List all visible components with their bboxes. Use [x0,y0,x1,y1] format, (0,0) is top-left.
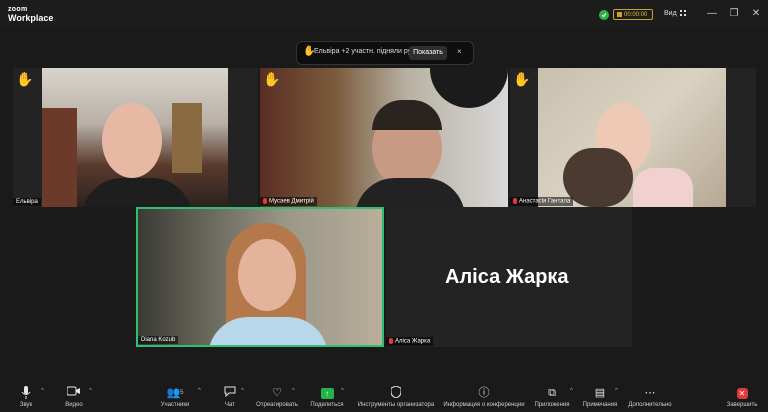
react-options-chevron-icon[interactable]: ^ [292,388,295,394]
hair [372,100,442,130]
participant-name: Аліса Жарка [395,339,431,345]
end-label: Завершить [726,402,758,408]
torso [633,168,693,207]
participant-name-tag: Анастасія Гантала [510,197,574,206]
raised-hand-icon: ✋ [16,71,34,87]
react-label: Отреагировать [256,402,298,408]
audio-options-chevron-icon[interactable]: ^ [41,388,44,394]
participants-button[interactable]: 👥5 Участники [156,386,194,408]
security-shield-icon[interactable] [599,10,609,20]
notes-label: Примечания [582,402,618,408]
close-window-button[interactable]: ✕ [750,8,762,20]
audio-button[interactable]: Звук [14,386,38,408]
torso [82,178,192,207]
chat-icon [220,386,240,400]
apps-label: Приложения [534,402,570,408]
info-icon: ⓘ [478,387,490,399]
minimize-button[interactable]: — [706,8,718,20]
notification-close-icon[interactable]: × [457,47,462,56]
participants-options-chevron-icon[interactable]: ^ [198,388,201,394]
participants-count: 5 [180,390,184,396]
zoom-logo: zoom Workplace [8,5,53,23]
more-icon: ⋯ [644,387,656,399]
participants-icon: 👥5 [166,387,184,399]
title-bar: zoom Workplace 00:00:00 Вид — ❐ ✕ [0,0,768,30]
video-tile-elvira[interactable]: ✋ Ельвіра [13,68,258,207]
video-camera-icon [60,386,88,400]
video-tile-diana[interactable]: Diana Kozub [136,207,384,347]
shield-icon [355,385,437,400]
share-options-chevron-icon[interactable]: ^ [341,388,344,394]
share-label: Поделиться [310,402,344,408]
audio-label: Звук [19,402,33,408]
face [102,103,162,178]
grid-icon [679,10,686,17]
view-label: Вид [664,10,677,17]
video-button[interactable]: Видео [60,386,88,408]
show-button[interactable]: Показать [409,46,447,60]
video-tile-musaev[interactable]: ✋ Мусаев Дмитрій [260,68,508,207]
video-feed [42,68,228,207]
cabinet [42,108,77,207]
meeting-timer[interactable]: 00:00:00 [613,9,653,20]
apps-button[interactable]: ⧉ Приложения [532,386,572,408]
notes-icon: ▤ [594,387,606,399]
chat-button[interactable]: Чат [220,386,240,408]
participant-name: Ельвіра [13,198,41,206]
participants-label: Участники [160,402,190,408]
end-call-icon: ✕ [722,386,762,400]
participant-name: Анастасія Гантала [519,199,571,205]
muted-mic-icon [513,198,517,205]
more-label: Дополнительно [628,402,672,408]
participant-name: Diana Kozub [138,336,179,344]
more-button[interactable]: ⋯ Дополнительно [626,386,674,408]
meeting-toolbar: Звук ^ Видео ^ 👥5 Участники ^ Чат ^ ♡ От… [0,382,768,412]
video-options-chevron-icon[interactable]: ^ [89,388,92,394]
raised-hand-icon: ✋ [513,71,531,87]
view-button[interactable]: Вид [664,10,686,17]
chat-options-chevron-icon[interactable]: ^ [241,388,244,394]
chat-label: Чат [225,402,235,408]
cat [563,148,633,207]
restore-button[interactable]: ❐ [728,8,740,20]
meeting-info-label: Информация о конференции [443,402,525,408]
apps-icon: ⧉ [548,387,556,399]
video-feed [538,68,726,207]
participant-name-tag: Аліса Жарка [386,337,434,346]
host-tools-button[interactable]: Инструменты организатора [355,385,437,408]
video-feed [260,68,508,207]
end-meeting-button[interactable]: ✕ Завершить [722,386,762,408]
face [238,239,296,311]
video-tile-alisa[interactable]: Аліса Жарка Аліса Жарка [386,207,632,347]
recording-icon [617,11,622,17]
raised-hand-icon: ✋ [263,71,281,87]
apps-options-chevron-icon[interactable]: ^ [570,388,573,394]
participant-display-name: Аліса Жарка [445,266,569,288]
lamp [430,68,508,108]
muted-mic-icon [263,198,267,205]
shelf [172,103,202,173]
video-feed [138,209,382,345]
logo-line2: Workplace [8,13,54,23]
participant-name-tag: Мусаев Дмитрій [260,197,317,206]
video-tile-anastasiia[interactable]: ✋ Анастасія Гантала [510,68,756,207]
meeting-info-button[interactable]: ⓘ Информация о конференции [441,386,527,408]
video-label: Видео [65,402,83,408]
notification-text: Ельвіра +2 участн. підняли руку [314,48,418,55]
microphone-icon [14,386,38,400]
muted-mic-icon [389,338,393,345]
notes-options-chevron-icon[interactable]: ^ [615,388,618,394]
host-tools-label: Инструменты организатора [357,402,435,408]
timer-value: 00:00:00 [624,12,648,18]
torso [355,178,465,207]
raised-hand-notification: ✋ Ельвіра +2 участн. підняли руку Показа… [296,41,474,65]
participant-name: Мусаев Дмитрій [269,199,314,205]
notes-button[interactable]: ▤ Примечания [580,386,620,408]
